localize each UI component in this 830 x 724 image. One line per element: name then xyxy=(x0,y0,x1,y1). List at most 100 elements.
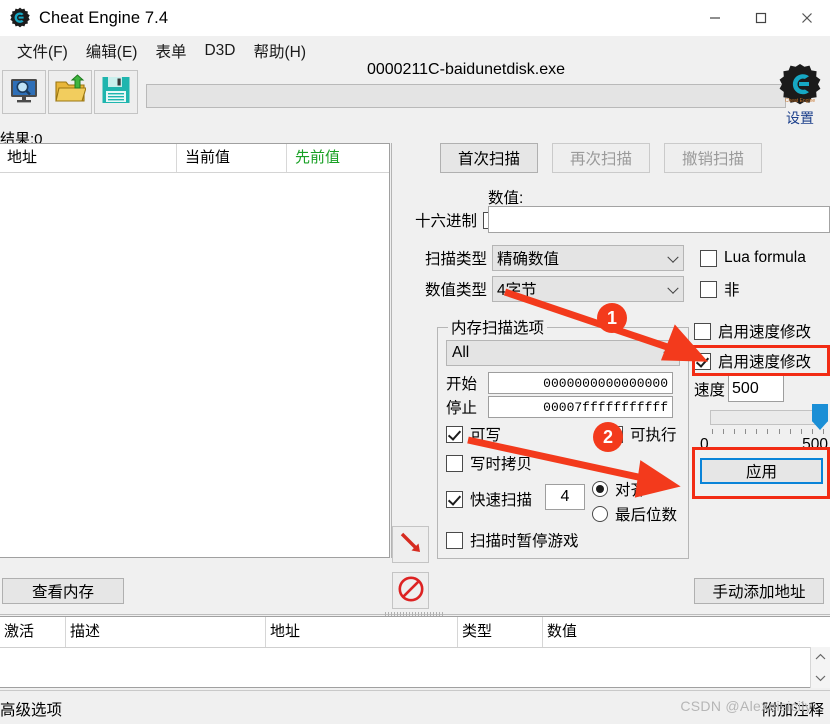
cheat-col-value[interactable]: 数值 xyxy=(543,617,577,647)
menu-edit[interactable]: 编辑(E) xyxy=(77,38,147,64)
advanced-options-label[interactable]: 高级选项 xyxy=(0,698,62,720)
cheat-col-type[interactable]: 类型 xyxy=(458,617,543,647)
fast-scan-row: 快速扫描 xyxy=(446,488,532,510)
start-address-input[interactable] xyxy=(488,372,673,394)
speed-slider[interactable] xyxy=(710,404,828,434)
middle-toolbar: 查看内存 手动添加地址 xyxy=(0,570,830,614)
stop-address-input[interactable] xyxy=(488,396,673,418)
start-address-row: 开始 xyxy=(446,372,673,394)
alignment-label: 对齐 xyxy=(615,482,647,499)
speed-slider-thumb[interactable] xyxy=(812,404,828,430)
enable-speedhack-row-top: 启用速度修改 xyxy=(694,320,811,342)
fast-scan-value-input[interactable] xyxy=(545,484,585,510)
scan-value-input[interactable] xyxy=(488,206,830,233)
toolbar: 0000211C-baidunetdisk.exe Cheat Engine 设… xyxy=(0,61,830,126)
value-label: 数值: xyxy=(488,190,524,207)
enable-speedhack-checkbox-top[interactable] xyxy=(694,322,711,340)
copy-on-write-label: 写时拷贝 xyxy=(470,456,533,473)
speed-slider-min-label: 0 xyxy=(700,436,709,453)
save-file-button[interactable] xyxy=(94,70,138,114)
undo-scan-button[interactable]: 撤销扫描 xyxy=(664,143,762,173)
window-title: Cheat Engine 7.4 xyxy=(39,8,169,27)
last-digits-radio[interactable] xyxy=(592,506,608,522)
executable-row: 可执行 xyxy=(606,423,677,445)
minimize-icon[interactable] xyxy=(692,0,738,36)
copy-on-write-row: 写时拷贝 xyxy=(446,452,532,474)
alignment-radio[interactable] xyxy=(592,481,608,497)
next-scan-button[interactable]: 再次扫描 xyxy=(552,143,650,173)
value-type-row: 数值类型 4字节 非 xyxy=(415,276,740,302)
settings-button[interactable]: Cheat Engine 设置 xyxy=(772,62,828,128)
enable-speedhack-checkbox-bottom[interactable] xyxy=(694,352,711,370)
stop-address-row: 停止 xyxy=(446,396,673,418)
title-bar: Cheat Engine 7.4 xyxy=(0,0,830,36)
floppy-save-icon xyxy=(100,74,132,110)
chevron-down-icon xyxy=(667,282,679,294)
stop-address-label: 停止 xyxy=(446,400,478,417)
memory-region-value: All xyxy=(452,344,470,361)
lua-formula-label: Lua formula xyxy=(724,249,806,266)
speed-row: 速度 xyxy=(694,375,785,402)
close-icon[interactable] xyxy=(784,0,830,36)
lua-formula-checkbox[interactable] xyxy=(700,249,717,267)
menu-d3d[interactable]: D3D xyxy=(195,40,244,62)
last-digits-row: 最后位数 xyxy=(592,503,677,525)
executable-checkbox[interactable] xyxy=(606,425,623,443)
red-arrow-icon xyxy=(398,530,424,560)
results-col-previous-value[interactable]: 先前值 xyxy=(287,144,340,172)
chevron-down-icon xyxy=(663,346,675,358)
value-type-select[interactable]: 4字节 xyxy=(492,276,684,302)
scan-type-select[interactable]: 精确数值 xyxy=(492,245,684,271)
memory-scan-options-title: 内存扫描选项 xyxy=(448,316,548,338)
scan-button-row: 首次扫描 再次扫描 撤销扫描 xyxy=(440,143,762,173)
pause-game-row: 扫描时暂停游戏 xyxy=(446,529,579,551)
results-col-address[interactable]: 地址 xyxy=(0,144,177,172)
process-select-button[interactable] xyxy=(2,70,46,114)
speed-slider-range: 0 500 xyxy=(700,436,828,454)
cheat-table-scrollbar[interactable] xyxy=(810,647,830,688)
speed-input[interactable] xyxy=(728,375,785,402)
results-col-current-value[interactable]: 当前值 xyxy=(177,144,287,172)
open-file-button[interactable] xyxy=(48,70,92,114)
chevron-up-icon[interactable] xyxy=(811,647,830,667)
enable-speedhack-label-bottom: 启用速度修改 xyxy=(718,354,812,371)
process-bar[interactable] xyxy=(146,84,786,108)
add-address-manually-button[interactable]: 手动添加地址 xyxy=(694,578,824,604)
panel-splitter[interactable] xyxy=(391,143,392,558)
open-folder-icon xyxy=(54,74,87,110)
maximize-icon[interactable] xyxy=(738,0,784,36)
cheat-col-description[interactable]: 描述 xyxy=(66,617,266,647)
pause-game-checkbox[interactable] xyxy=(446,531,463,549)
menu-file[interactable]: 文件(F) xyxy=(8,38,77,64)
view-memory-button[interactable]: 查看内存 xyxy=(2,578,124,604)
monitor-magnifier-icon xyxy=(8,74,40,110)
results-header: 地址 当前值 先前值 xyxy=(0,144,389,173)
last-digits-label: 最后位数 xyxy=(615,507,678,524)
apply-button[interactable]: 应用 xyxy=(700,458,823,484)
scan-type-row: 扫描类型 精确数值 Lua formula xyxy=(415,245,806,271)
scan-results-list[interactable]: 地址 当前值 先前值 xyxy=(0,143,390,558)
scan-type-value: 精确数值 xyxy=(497,251,560,268)
chevron-down-icon[interactable] xyxy=(811,668,830,688)
red-arrow-button[interactable] xyxy=(392,526,429,563)
svg-text:Cheat Engine: Cheat Engine xyxy=(785,98,816,104)
lua-formula-row: Lua formula xyxy=(700,249,806,267)
watermark: CSDN @Alexeisicily xyxy=(680,698,812,714)
fast-scan-checkbox[interactable] xyxy=(446,490,463,508)
copy-on-write-checkbox[interactable] xyxy=(446,454,463,472)
cheat-col-active[interactable]: 激活 xyxy=(0,617,66,647)
memory-region-select[interactable]: All xyxy=(446,340,680,366)
writable-checkbox[interactable] xyxy=(446,425,463,443)
enable-speedhack-label-top: 启用速度修改 xyxy=(718,324,812,341)
hex-label: 十六进制 xyxy=(415,213,478,230)
cheat-col-address[interactable]: 地址 xyxy=(266,617,458,647)
enable-speedhack-row-bottom: 启用速度修改 xyxy=(694,350,811,372)
speed-slider-ticks xyxy=(712,429,824,435)
cheat-table[interactable]: 激活 描述 地址 类型 数值 xyxy=(0,616,830,688)
not-checkbox[interactable] xyxy=(700,280,717,298)
first-scan-button[interactable]: 首次扫描 xyxy=(440,143,538,173)
alignment-row: 对齐 xyxy=(592,478,646,500)
settings-label: 设置 xyxy=(786,110,814,126)
window-controls xyxy=(692,0,830,36)
executable-label: 可执行 xyxy=(630,427,677,444)
